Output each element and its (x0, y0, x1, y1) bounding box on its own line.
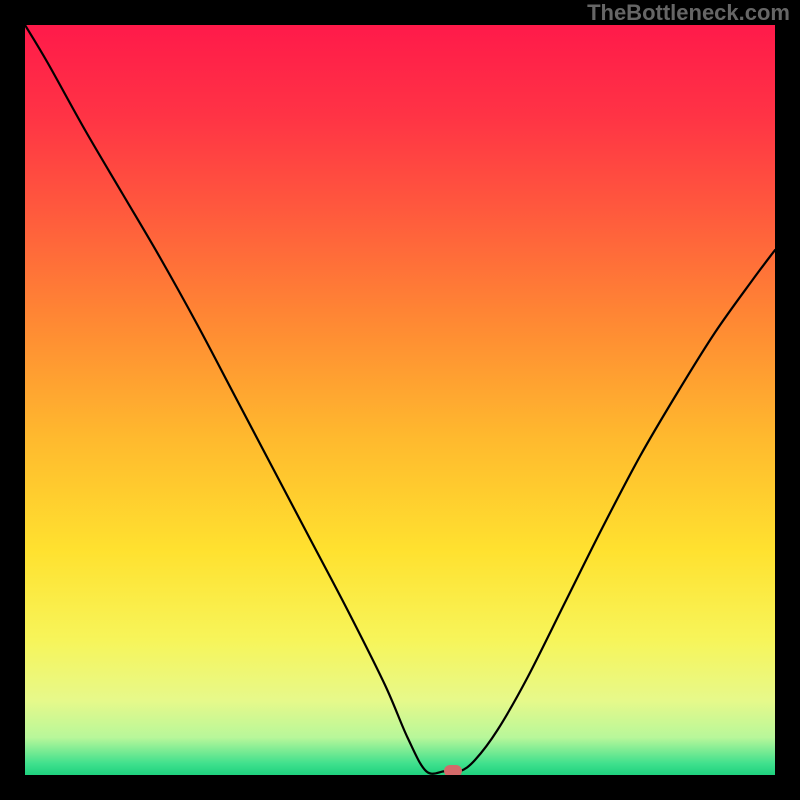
chart-frame: TheBottleneck.com (0, 0, 800, 800)
plot-area (25, 25, 775, 775)
watermark-text: TheBottleneck.com (587, 0, 790, 26)
bottleneck-curve (25, 25, 775, 775)
optimal-point-marker (444, 765, 462, 775)
